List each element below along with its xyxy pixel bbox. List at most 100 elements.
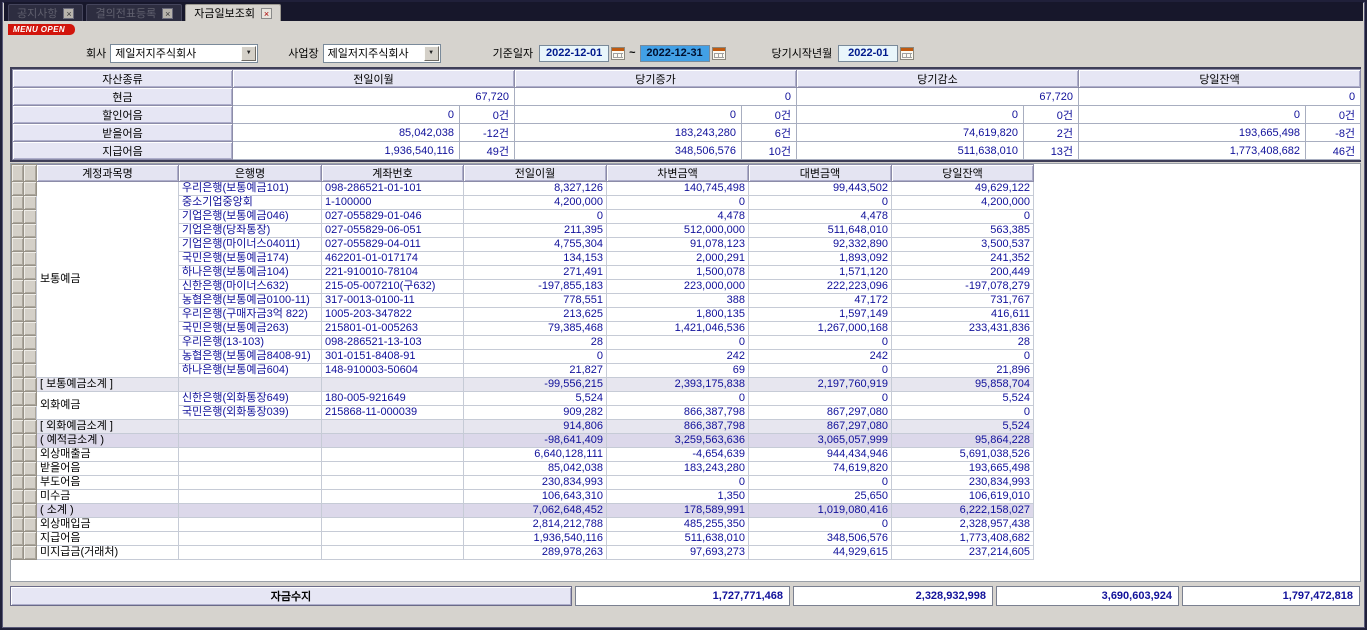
close-icon[interactable]: × [162,8,173,19]
sub1-row[interactable]: [ 보통예금소계 ]-99,556,2152,393,175,8382,197,… [12,378,1034,392]
row-selector[interactable] [24,294,37,308]
row-selector[interactable] [24,196,37,210]
row-selector[interactable] [24,210,37,224]
row-selector[interactable] [12,462,24,476]
row-selector[interactable] [12,476,24,490]
row-selector[interactable] [12,308,24,322]
row-selector[interactable] [12,294,24,308]
row-selector[interactable] [12,420,24,434]
bank-name-cell[interactable]: 중소기업중앙회 [179,196,322,210]
account-number-cell[interactable]: 1005-203-347822 [322,308,464,322]
row-selector[interactable] [24,378,37,392]
bank-name-cell[interactable]: 우리은행(보통예금101) [179,182,322,196]
bank-name-cell[interactable]: 국민은행(보통예금263) [179,322,322,336]
bank-name-cell[interactable]: 국민은행(보통예금174) [179,252,322,266]
cat-row[interactable]: 미수금106,643,3101,35025,650106,619,010 [12,490,1034,504]
bank-name-cell[interactable]: 하나은행(보통예금604) [179,364,322,378]
row-selector[interactable] [24,392,37,406]
row-selector[interactable] [12,238,24,252]
row-selector[interactable] [24,476,37,490]
row-selector[interactable] [12,504,24,518]
row-selector[interactable] [24,406,37,420]
row-selector[interactable] [12,518,24,532]
row-selector[interactable] [12,182,24,196]
row-selector[interactable] [24,532,37,546]
bank-name-cell[interactable]: 신한은행(외화통장649) [179,392,322,406]
row-selector[interactable] [24,350,37,364]
row-selector[interactable] [24,462,37,476]
sub1-row[interactable]: [ 외화예금소계 ]914,806866,387,798867,297,0805… [12,420,1034,434]
account-number-cell[interactable]: 215868-11-000039 [322,406,464,420]
bank-name-cell[interactable]: 우리은행(13-103) [179,336,322,350]
site-select[interactable]: 제일저지주식회사 ▼ [323,44,441,63]
sub2-row[interactable]: ( 소계 )7,062,648,452178,589,9911,019,080,… [12,504,1034,518]
account-number-cell[interactable]: 462201-01-017174 [322,252,464,266]
row-selector[interactable] [12,434,24,448]
row-selector[interactable] [12,336,24,350]
base-date-to-input[interactable]: 2022-12-31 [640,45,710,62]
summary-row[interactable]: 지급어음1,936,540,11649건348,506,57610건511,63… [13,142,1361,160]
account-number-cell[interactable]: 027-055829-01-046 [322,210,464,224]
row-selector[interactable] [12,364,24,378]
row-selector[interactable] [12,196,24,210]
row-selector[interactable] [24,266,37,280]
account-number-cell[interactable]: 221-910010-78104 [322,266,464,280]
row-selector[interactable] [12,392,24,406]
company-select[interactable]: 제일저지주식회사 ▼ [110,44,258,63]
row-selector[interactable] [24,448,37,462]
row-selector[interactable] [12,546,24,560]
row-selector[interactable] [24,238,37,252]
close-icon[interactable]: × [63,8,74,19]
row-selector[interactable] [24,308,37,322]
account-number-cell[interactable]: 027-055829-04-011 [322,238,464,252]
cat-row[interactable]: 외상매출금6,640,128,111-4,654,639944,434,9465… [12,448,1034,462]
tab-funds-daily-report[interactable]: 자금일보조회 × [185,4,281,21]
row-selector[interactable] [24,504,37,518]
row-selector[interactable] [12,350,24,364]
sub2-row[interactable]: ( 예적금소계 )-98,641,4093,259,563,6363,065,0… [12,434,1034,448]
row-selector[interactable] [24,364,37,378]
row-selector[interactable] [24,518,37,532]
row-selector[interactable] [24,182,37,196]
bank-name-cell[interactable]: 우리은행(구매자금3억 822) [179,308,322,322]
menu-open-button[interactable]: MENU OPEN [8,24,75,35]
summary-row[interactable]: 할인어음00건00건00건00건 [13,106,1361,124]
row-selector[interactable] [12,322,24,336]
bank-name-cell[interactable]: 기업은행(마이너스04011) [179,238,322,252]
row-selector[interactable] [24,280,37,294]
account-number-cell[interactable]: 1-100000 [322,196,464,210]
row-selector[interactable] [24,336,37,350]
row-selector[interactable] [24,490,37,504]
row-selector[interactable] [12,210,24,224]
row-selector[interactable] [12,490,24,504]
tab-notice[interactable]: 공지사항 × [8,4,83,21]
row-selector[interactable] [24,322,37,336]
dropdown-arrow-icon[interactable]: ▼ [424,46,439,61]
calendar-icon[interactable] [712,47,726,60]
account-number-cell[interactable]: 317-0013-0100-11 [322,294,464,308]
summary-row[interactable]: 받을어음85,042,038-12건183,243,2806건74,619,82… [13,124,1361,142]
cat-row[interactable]: 지급어음1,936,540,116511,638,010348,506,5761… [12,532,1034,546]
row-selector[interactable] [12,252,24,266]
row-selector[interactable] [24,420,37,434]
bank-name-cell[interactable]: 국민은행(외화통장039) [179,406,322,420]
bank-name-cell[interactable]: 기업은행(보통예금046) [179,210,322,224]
row-selector[interactable] [24,434,37,448]
dropdown-arrow-icon[interactable]: ▼ [241,46,256,61]
account-number-cell[interactable]: 098-286521-01-101 [322,182,464,196]
account-number-cell[interactable]: 215-05-007210(구632) [322,280,464,294]
cat-row[interactable]: 부도어음230,834,99300230,834,993 [12,476,1034,490]
row-selector[interactable] [12,532,24,546]
account-number-cell[interactable]: 027-055829-06-051 [322,224,464,238]
account-number-cell[interactable]: 180-005-921649 [322,392,464,406]
account-number-cell[interactable]: 148-910003-50604 [322,364,464,378]
account-number-cell[interactable]: 098-286521-13-103 [322,336,464,350]
account-number-cell[interactable]: 301-0151-8408-91 [322,350,464,364]
detail-row[interactable]: 외화예금신한은행(외화통장649)180-005-9216495,524005,… [12,392,1034,406]
row-selector[interactable] [12,406,24,420]
tab-voucher-entry[interactable]: 결의전표등록 × [86,4,182,21]
bank-name-cell[interactable]: 농협은행(보통예금8408-91) [179,350,322,364]
row-selector[interactable] [12,224,24,238]
bank-name-cell[interactable]: 하나은행(보통예금104) [179,266,322,280]
detail-row[interactable]: 보통예금우리은행(보통예금101)098-286521-01-1018,327,… [12,182,1034,196]
